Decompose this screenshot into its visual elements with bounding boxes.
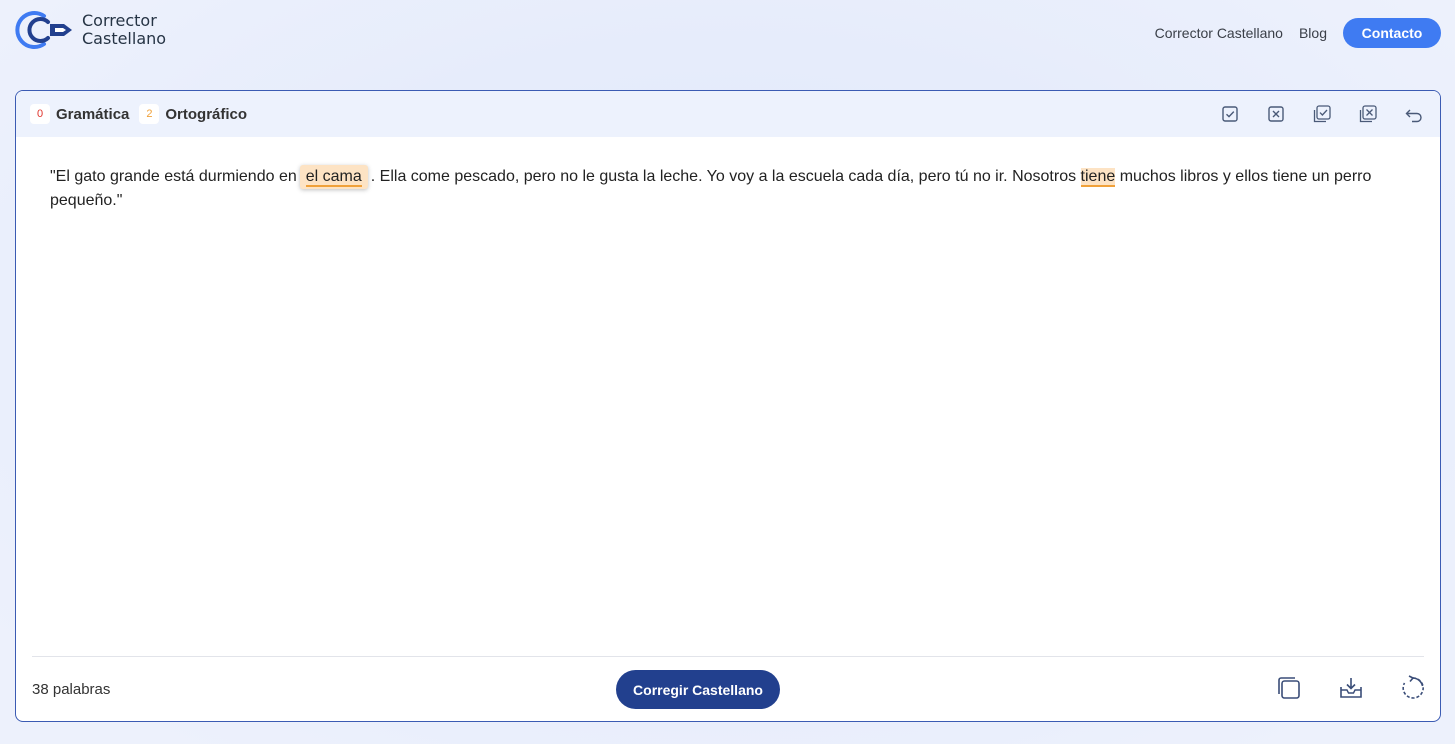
- logo-icon: [15, 11, 72, 49]
- logo[interactable]: Corrector Castellano: [14, 8, 166, 52]
- footer-divider: [32, 656, 1424, 657]
- grammar-label[interactable]: Gramática: [56, 106, 129, 123]
- spelling-error-highlight[interactable]: el cama: [299, 165, 368, 189]
- nav-link-corrector[interactable]: Corrector Castellano: [1155, 25, 1283, 41]
- download-icon[interactable]: [1338, 675, 1364, 701]
- main-nav: Corrector Castellano Blog Contacto: [1155, 18, 1441, 48]
- spelling-error-highlight[interactable]: tiene: [1080, 168, 1116, 187]
- toolbar-actions: [1194, 104, 1424, 124]
- spelling-label[interactable]: Ortográfico: [165, 106, 247, 123]
- reset-icon[interactable]: [1400, 675, 1426, 701]
- spelling-count-badge: 2: [139, 104, 160, 124]
- grammar-count-badge: 0: [30, 104, 50, 124]
- editor-toolbar: 0 Gramática 2 Ortográfico: [16, 91, 1440, 137]
- text-segment: "El gato grande está durmiendo en: [50, 168, 297, 185]
- brand-line-1: Corrector: [82, 11, 157, 30]
- reject-all-icon[interactable]: [1358, 104, 1378, 124]
- nav-link-blog[interactable]: Blog: [1299, 25, 1327, 41]
- contact-button[interactable]: Contacto: [1343, 18, 1441, 48]
- editor-panel: 0 Gramática 2 Ortográfico "El gato grand…: [15, 90, 1441, 722]
- accept-all-icon[interactable]: [1312, 104, 1332, 124]
- error-text: el cama: [305, 168, 362, 187]
- site-header: Corrector Castellano Corrector Castellan…: [0, 0, 1455, 70]
- word-count: 38 palabras: [32, 681, 111, 698]
- reject-icon[interactable]: [1266, 104, 1286, 124]
- undo-icon[interactable]: [1404, 104, 1424, 124]
- footer-actions: [1276, 675, 1440, 701]
- brand-name: Corrector Castellano: [82, 12, 166, 48]
- accept-icon[interactable]: [1220, 104, 1240, 124]
- correct-button[interactable]: Corregir Castellano: [616, 670, 780, 709]
- text-segment: . Ella come pescado, pero no le gusta la…: [370, 168, 1081, 185]
- brand-line-2: Castellano: [82, 29, 167, 48]
- copy-icon[interactable]: [1276, 675, 1302, 701]
- text-input-area[interactable]: "El gato grande está durmiendo en el cama…: [50, 165, 1410, 213]
